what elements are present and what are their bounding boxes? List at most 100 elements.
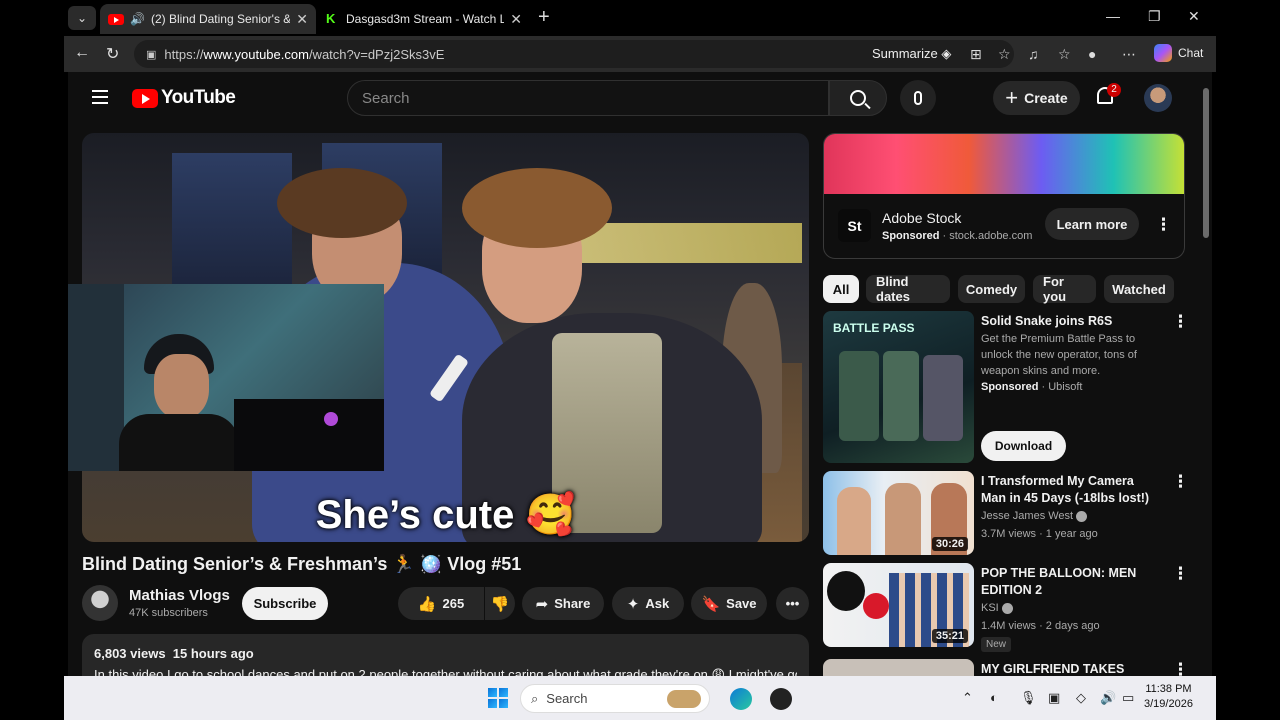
start-icon[interactable] — [488, 688, 508, 708]
download-button[interactable]: Download — [981, 431, 1066, 461]
more-vert-icon[interactable] — [1155, 215, 1172, 235]
chip-all[interactable]: All — [823, 275, 859, 303]
ad-title: Adobe Stock — [882, 210, 962, 226]
close-tab-icon[interactable]: ✕ — [296, 11, 308, 28]
rec-channel[interactable]: Jesse James West — [981, 508, 1161, 524]
recommendation[interactable]: 30:26 I Transformed My Camera Man in 45 … — [823, 471, 1189, 555]
new-badge: New — [981, 637, 1012, 652]
chip-for-you[interactable]: For you — [1033, 274, 1096, 304]
tab-youtube[interactable]: 🔊 (2) Blind Dating Senior's & Fre ✕ — [100, 4, 316, 34]
more-vert-icon[interactable] — [1172, 564, 1189, 584]
rec-title[interactable]: I Transformed My Camera Man in 45 Days (… — [981, 473, 1159, 507]
app-icon[interactable] — [770, 688, 792, 710]
search-input[interactable] — [362, 89, 828, 107]
system-clock[interactable]: 11:38 PM 3/19/2026 — [1144, 682, 1193, 712]
more-vert-icon[interactable] — [1172, 312, 1189, 332]
person-figure — [885, 483, 921, 555]
more-actions-button[interactable]: ••• — [776, 587, 809, 620]
tab-kick[interactable]: K Dasgasd3m Stream - Watch Live o ✕ — [318, 4, 530, 34]
video-duration: 30:26 — [931, 537, 968, 551]
webcam-door — [68, 284, 124, 471]
edge-icon[interactable] — [730, 688, 752, 710]
scroll-thumb[interactable] — [1203, 88, 1209, 238]
taskbar-search[interactable]: ⌕ Search — [520, 684, 710, 713]
tray-camera-icon[interactable]: ▣ — [1048, 690, 1060, 706]
save-button[interactable]: 🔖 Save — [691, 587, 767, 620]
chip-blind-dates[interactable]: Blind dates — [866, 274, 950, 304]
url-prefix: https:// — [164, 46, 204, 62]
learn-more-button[interactable]: Learn more — [1045, 208, 1139, 240]
description-box[interactable]: 6,803 views 15 hours ago In this video I… — [82, 634, 809, 676]
rec-channel[interactable]: KSI — [981, 600, 1161, 616]
menu-icon[interactable] — [92, 90, 108, 104]
tray-app-icon[interactable]: ◐ — [990, 690, 998, 705]
rec-title[interactable]: MY GIRLFRIEND TAKES — [981, 661, 1159, 676]
volume-icon[interactable]: 🔊 — [1100, 690, 1116, 706]
youtube-logo[interactable]: YouTube — [132, 87, 236, 109]
verified-icon — [1076, 510, 1088, 522]
channel-avatar[interactable] — [82, 585, 118, 621]
search-button[interactable] — [829, 80, 887, 116]
site-info-icon[interactable]: ▣ — [146, 48, 156, 61]
summarize-button[interactable]: Summarize ◈ — [872, 46, 951, 62]
rec-title[interactable]: Solid Snake joins R6S — [981, 313, 1159, 330]
save-label: Save — [726, 596, 757, 611]
clock-date: 3/19/2026 — [1144, 698, 1193, 710]
youtube-play-icon — [132, 88, 158, 108]
like-button[interactable]: 👍 265 — [398, 587, 484, 620]
close-window-icon[interactable]: ✕ — [1188, 8, 1200, 25]
tab-list-button[interactable]: ⌄ — [68, 6, 96, 30]
share-button[interactable]: ➦ Share — [522, 587, 604, 620]
new-tab-icon[interactable]: + — [538, 6, 550, 29]
media-icon[interactable]: ♫ — [1028, 46, 1039, 62]
tray-app2-icon[interactable]: ◇ — [1076, 690, 1086, 706]
apps-icon[interactable]: ⊞ — [970, 46, 982, 63]
recommendation[interactable]: 35:21 POP THE BALLOON: MEN EDITION 2 KSI… — [823, 563, 1189, 652]
video-thumbnail[interactable] — [823, 659, 974, 676]
video-thumbnail[interactable]: BATTLE PASS — [823, 311, 974, 463]
copilot-chat-button[interactable]: Chat — [1154, 44, 1203, 62]
more-vert-icon[interactable] — [1172, 472, 1189, 492]
notifications-button[interactable]: 2 — [1094, 83, 1121, 107]
chip-comedy[interactable]: Comedy — [958, 275, 1025, 303]
copilot-summarize-icon: ◈ — [941, 46, 952, 61]
voice-search-button[interactable] — [900, 80, 936, 116]
close-tab-icon[interactable]: ✕ — [510, 11, 522, 28]
recommendation-sponsored[interactable]: BATTLE PASS Solid Snake joins R6S Get th… — [823, 311, 1189, 463]
chat-label: Chat — [1178, 46, 1204, 60]
thumbnail-text: BATTLE PASS — [833, 321, 915, 335]
rec-title[interactable]: POP THE BALLOON: MEN EDITION 2 — [981, 565, 1159, 599]
sparkle-icon: ✦ — [626, 595, 640, 613]
webcam-face — [154, 354, 209, 419]
recommendation[interactable]: MY GIRLFRIEND TAKES — [823, 659, 1189, 676]
channel-name[interactable]: Mathias Vlogs — [129, 587, 230, 604]
video-thumbnail[interactable]: 35:21 — [823, 563, 974, 647]
chevron-up-icon[interactable]: ⌃ — [962, 690, 973, 706]
favorites-icon[interactable]: ☆ — [1058, 46, 1071, 63]
background-window — [172, 153, 292, 303]
sponsored-label: Sponsored — [882, 230, 940, 242]
youtube-icon — [108, 13, 124, 25]
mic-icon[interactable]: 🎙 — [1020, 690, 1037, 706]
more-vert-icon[interactable] — [1172, 660, 1189, 676]
page-scrollbar[interactable] — [1200, 72, 1212, 676]
profile-icon[interactable]: ● — [1088, 46, 1096, 62]
create-button[interactable]: + Create — [993, 81, 1080, 115]
dislike-button[interactable]: 👎 — [485, 587, 515, 620]
chip-watched[interactable]: Watched — [1104, 275, 1174, 303]
search-icon — [850, 90, 866, 106]
ask-button[interactable]: ✦ Ask — [612, 587, 684, 620]
star-icon[interactable]: ☆ — [998, 46, 1011, 63]
ad-card[interactable]: St Adobe Stock Sponsored · stock.adobe.c… — [823, 133, 1185, 259]
subscribe-button[interactable]: Subscribe — [242, 587, 328, 620]
back-icon[interactable]: ← — [74, 44, 90, 62]
battery-icon[interactable]: ▭ — [1122, 690, 1134, 706]
speaker-icon[interactable]: 🔊 — [130, 12, 145, 26]
refresh-icon[interactable]: ↻ — [106, 44, 119, 64]
minimize-icon[interactable]: — — [1106, 8, 1120, 24]
more-icon[interactable]: ⋯ — [1122, 46, 1136, 63]
operator-figure — [883, 351, 919, 441]
video-thumbnail[interactable]: 30:26 — [823, 471, 974, 555]
restore-icon[interactable]: ❐ — [1148, 8, 1161, 25]
account-avatar[interactable] — [1144, 84, 1172, 112]
